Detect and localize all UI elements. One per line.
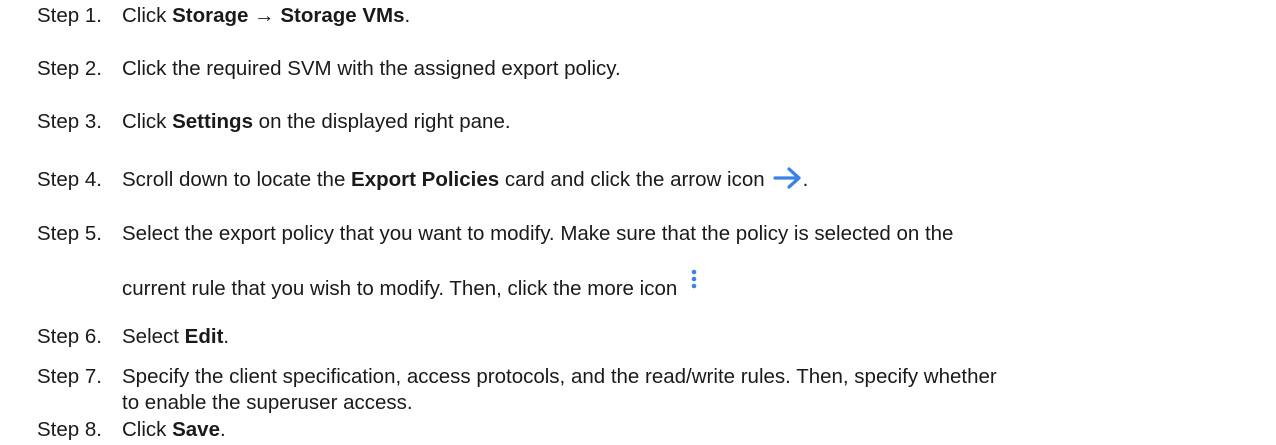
step-text: Click the required SVM with the assigned… xyxy=(122,57,621,80)
step-number: Step 3. xyxy=(37,110,102,133)
ui-term: Settings xyxy=(172,110,253,133)
ui-term: Edit xyxy=(184,325,224,348)
step-number: Step 2. xyxy=(37,57,102,80)
procedure-steps: Step 1. Click Storage → Storage VMs. Ste… xyxy=(0,0,1276,445)
step-number: Step 8. xyxy=(37,418,102,441)
step-number: Step 4. xyxy=(37,168,102,191)
arrow-right-icon xyxy=(773,167,803,196)
step-text: Click Settings on the displayed right pa… xyxy=(122,110,511,133)
step-text: Specify the client specification, access… xyxy=(122,365,997,414)
step-text: Select the export policy that you want t… xyxy=(122,222,954,300)
step-text: Click Storage → Storage VMs. xyxy=(122,4,411,27)
step-number: Step 7. xyxy=(37,365,102,388)
step-number: Step 6. xyxy=(37,325,102,348)
step-number: Step 5. xyxy=(37,222,102,245)
step-text: Scroll down to locate the Export Policie… xyxy=(122,167,1262,196)
ui-term: Storage → Storage VMs xyxy=(172,4,405,27)
more-vertical-icon xyxy=(691,269,697,296)
ui-term: Save xyxy=(172,418,220,441)
step-number: Step 1. xyxy=(37,4,102,27)
step-text: Select Edit. xyxy=(122,325,230,348)
step-text: Click Save. xyxy=(122,418,226,441)
ui-term: Export Policies xyxy=(351,168,500,191)
